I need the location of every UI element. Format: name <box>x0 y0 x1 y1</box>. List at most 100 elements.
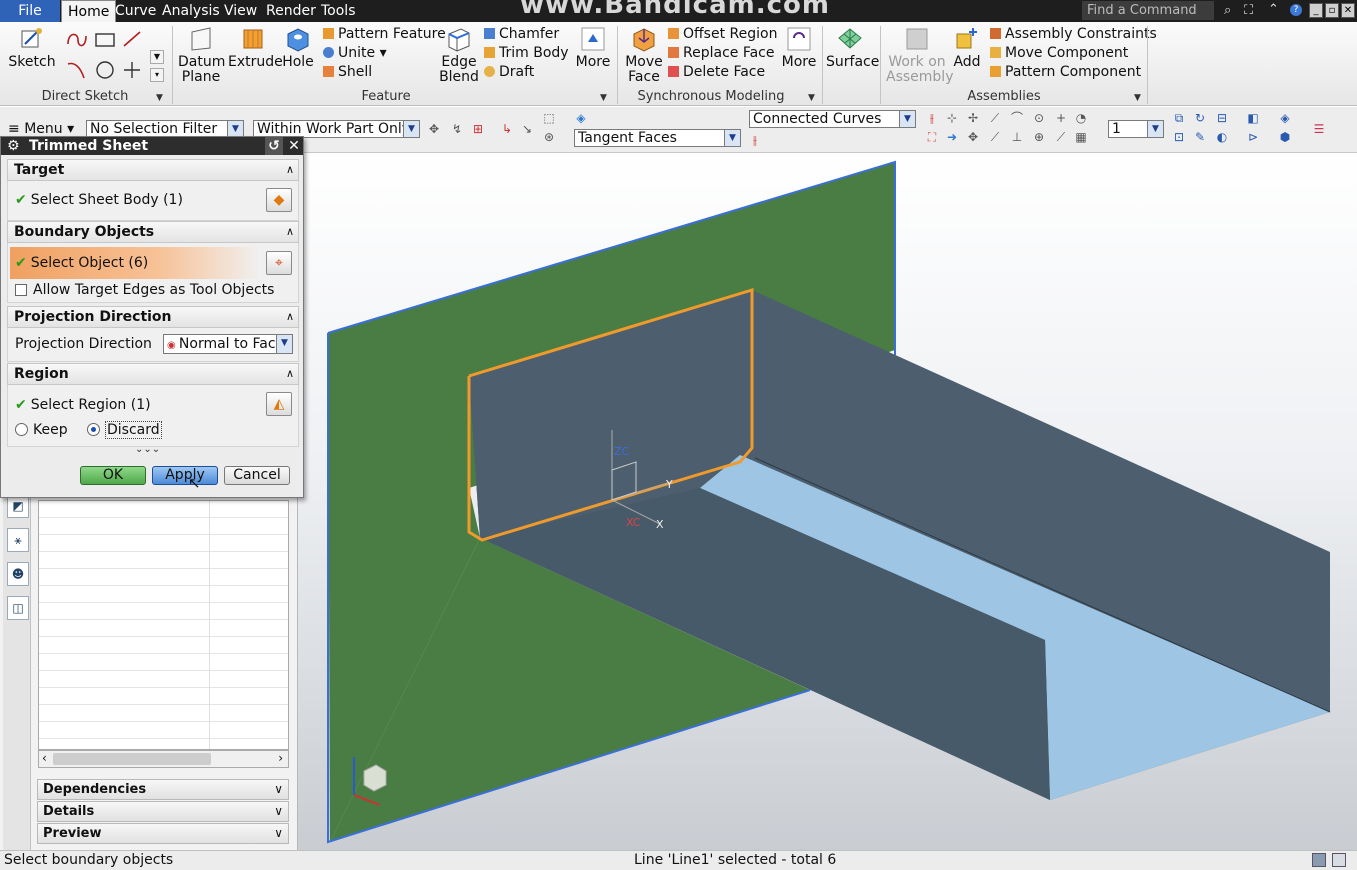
restore-icon[interactable]: ▫ <box>1325 3 1339 18</box>
face-rule-dropdown[interactable]: Tangent Faces ▼ <box>574 129 741 147</box>
scrollbar-thumb[interactable] <box>53 753 211 765</box>
group-dropdown-icon[interactable]: ▼ <box>808 93 815 103</box>
tree-row[interactable] <box>39 637 288 654</box>
snap-arrow-icon[interactable]: ➜ <box>945 130 959 144</box>
pattern-feature-button[interactable]: Pattern Feature <box>323 25 446 43</box>
snap-table-icon[interactable]: ▦ <box>1074 130 1088 144</box>
snap-tangent-icon[interactable]: ⟋ <box>988 130 1002 144</box>
dependencies-panel[interactable]: Dependencies ∨ <box>37 779 289 800</box>
sync-more-button[interactable]: More <box>780 26 818 70</box>
work-layer-dropdown[interactable]: 1 ▼ <box>1108 120 1164 138</box>
snap-center-icon[interactable]: ⊙ <box>1032 111 1046 125</box>
status-window-icon[interactable] <box>1332 853 1346 867</box>
apply-button[interactable]: Apply <box>152 466 218 485</box>
move-component-button[interactable]: Move Component <box>990 44 1128 62</box>
reset-icon[interactable]: ↺ <box>265 137 283 155</box>
tree-row[interactable] <box>39 552 288 569</box>
menu-button[interactable]: ≡ Menu ▾ <box>8 121 74 137</box>
curve-rule-dropdown[interactable]: Connected Curves ▼ <box>749 110 916 128</box>
allow-target-edges-checkbox[interactable]: Allow Target Edges as Tool Objects <box>15 282 274 298</box>
surface-button[interactable]: Surface <box>826 26 879 70</box>
navigator-tree[interactable] <box>38 500 289 750</box>
tree-row[interactable] <box>39 620 288 637</box>
hole-button[interactable]: Hole <box>280 26 316 70</box>
assembly-navigator-icon[interactable]: ⚹ <box>7 528 29 552</box>
sketch-button[interactable]: Sketch <box>8 26 56 70</box>
select-object-row[interactable]: ✔ Select Object (6) <box>15 255 148 271</box>
tree-row[interactable] <box>39 705 288 722</box>
shell-button[interactable]: Shell <box>323 63 372 81</box>
horizontal-scrollbar[interactable]: ‹ › <box>38 750 289 768</box>
dialog-title-bar[interactable]: ⚙ Trimmed Sheet ↺ ✕ <box>1 137 303 155</box>
model-view[interactable] <box>298 153 1357 850</box>
sheet-body-select-icon[interactable]: ◆ <box>266 188 292 212</box>
snap-icon[interactable]: ✥ <box>427 122 441 136</box>
history-icon[interactable]: ◫ <box>7 596 29 620</box>
snap-control-icon[interactable]: ✢ <box>966 111 980 125</box>
snap-midpoint-icon[interactable]: ⊹ <box>945 111 959 125</box>
help-icon[interactable]: ? <box>1290 4 1302 16</box>
delete-face-button[interactable]: Delete Face <box>668 63 765 81</box>
rectangle-select-icon[interactable]: ⬚ <box>542 111 556 125</box>
extrude-button[interactable]: Extrude <box>228 26 283 70</box>
work-on-assembly-button[interactable]: Work on Assembly <box>886 26 953 85</box>
more-options-icon[interactable]: ⌄⌄⌄ <box>135 444 160 455</box>
tab-view[interactable]: View <box>218 0 263 22</box>
point-snap-icon[interactable]: ⊞ <box>471 122 485 136</box>
fullscreen-icon[interactable]: ⛶ <box>1244 3 1253 18</box>
gallery-more-icon[interactable]: ▼ <box>150 50 164 64</box>
search-icon[interactable]: ⌕ <box>1224 3 1231 18</box>
tree-row[interactable] <box>39 671 288 688</box>
find-command-input[interactable]: Find a Command <box>1082 1 1214 20</box>
group-dropdown-icon[interactable]: ▼ <box>600 93 607 103</box>
close-icon[interactable]: ✕ <box>1341 3 1355 18</box>
edge-blend-button[interactable]: Edge Blend <box>438 26 480 85</box>
preview-panel[interactable]: Preview ∨ <box>37 823 289 844</box>
snap-line-icon[interactable]: ⟋ <box>988 111 1002 125</box>
render-style-icon[interactable]: ◈ <box>1278 111 1292 125</box>
orient-view-icon[interactable]: ◧ <box>1246 111 1260 125</box>
snap-intersection-icon[interactable]: + <box>1054 111 1068 125</box>
roles-icon[interactable]: ☻ <box>7 562 29 586</box>
edit-icon[interactable]: ✎ <box>1193 130 1207 144</box>
section-boundary-objects[interactable]: Boundary Objects ∧ <box>7 221 299 243</box>
status-view-icon[interactable] <box>1312 853 1326 867</box>
scroll-right-icon[interactable]: › <box>278 751 283 765</box>
graphics-viewport[interactable]: ZC Y X XC <box>298 153 1357 850</box>
customize-icon[interactable]: ☰ <box>1312 122 1326 136</box>
snap-perp-icon[interactable]: ⊥ <box>1010 130 1024 144</box>
zoom-icon[interactable]: ⊟ <box>1215 111 1229 125</box>
crosshair-select-icon[interactable]: ⌖ <box>266 251 292 275</box>
snap-grid-icon[interactable]: ✥ <box>966 130 980 144</box>
tab-file[interactable]: File <box>0 0 60 22</box>
ok-button[interactable]: OK <box>80 466 146 485</box>
tab-curve[interactable]: Curve <box>109 0 162 22</box>
shade-icon[interactable]: ◐ <box>1215 130 1229 144</box>
unite-button[interactable]: Unite ▾ <box>323 44 387 62</box>
select-sheet-body-row[interactable]: ✔ Select Sheet Body (1) <box>15 192 183 208</box>
tree-row[interactable] <box>39 501 288 518</box>
assembly-constraints-button[interactable]: Assembly Constraints <box>990 25 1157 43</box>
pattern-component-button[interactable]: Pattern Component <box>990 63 1141 81</box>
background-icon[interactable]: ⬢ <box>1278 130 1292 144</box>
offset-region-button[interactable]: Offset Region <box>668 25 777 43</box>
projection-direction-dropdown[interactable]: ◉ Normal to Fac ▼ <box>163 334 293 354</box>
pan-icon[interactable]: ⊡ <box>1172 130 1186 144</box>
section-target[interactable]: Target ∧ <box>7 159 299 181</box>
group-dropdown-icon[interactable]: ▼ <box>1134 93 1141 103</box>
replace-face-button[interactable]: Replace Face <box>668 44 775 62</box>
settings-icon[interactable]: ⚙ <box>7 137 20 155</box>
group-dropdown-icon[interactable]: ▼ <box>156 93 163 103</box>
lasso-icon[interactable]: ⊛ <box>542 130 556 144</box>
tab-analysis[interactable]: Analysis <box>156 0 226 22</box>
keep-radio[interactable]: Keep <box>15 422 68 438</box>
datum-plane-button[interactable]: Datum Plane <box>178 26 225 85</box>
feature-more-button[interactable]: More <box>574 26 612 70</box>
snap-face-icon[interactable]: ⛶ <box>925 130 939 144</box>
tree-row[interactable] <box>39 603 288 620</box>
section-icon[interactable]: ⊳ <box>1246 130 1260 144</box>
section-projection-direction[interactable]: Projection Direction ∧ <box>7 306 299 328</box>
snap-arc-icon[interactable]: ⌒ <box>1010 111 1024 125</box>
trim-body-button[interactable]: Trim Body <box>484 44 569 62</box>
tree-row[interactable] <box>39 586 288 603</box>
